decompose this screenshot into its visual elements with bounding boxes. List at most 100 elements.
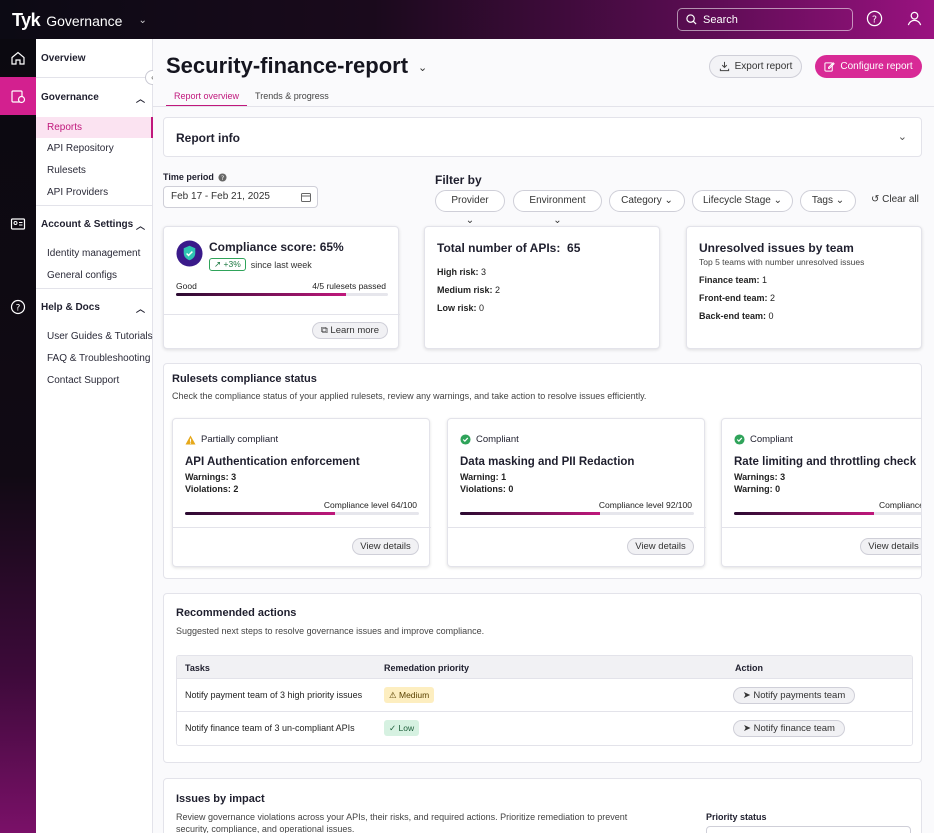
- check-circle-icon: [460, 434, 471, 445]
- title-text: Total number of APIs:: [437, 241, 561, 255]
- chevron-up-icon[interactable]: ︿: [136, 302, 145, 315]
- delta-value: +3%: [223, 259, 241, 269]
- filter-lifecycle-stage[interactable]: Lifecycle Stage ⌄: [692, 190, 793, 212]
- ruleset-violations: Violations: 0: [460, 484, 514, 494]
- status-text: Compliant: [476, 434, 519, 445]
- chevron-down-icon[interactable]: ⌄: [138, 15, 146, 26]
- chevron-up-icon[interactable]: ︿: [136, 219, 145, 232]
- sidebar-item-contact[interactable]: Contact Support: [36, 370, 153, 391]
- account-icon[interactable]: [0, 205, 36, 243]
- ruleset-name: API Authentication enforcement: [185, 456, 360, 468]
- filter-provider[interactable]: Provider ⌄: [435, 190, 505, 226]
- export-report-button[interactable]: Export report: [709, 55, 802, 78]
- ruleset-card: Compliant Rate limiting and throttling c…: [721, 418, 922, 567]
- chevron-up-icon[interactable]: ︿: [136, 92, 145, 105]
- clear-all-button[interactable]: ↺ Clear all: [871, 194, 919, 205]
- divider: [722, 527, 921, 528]
- sidebar-item-api-providers[interactable]: API Providers: [36, 182, 153, 203]
- chevron-down-icon[interactable]: ⌄: [898, 130, 907, 143]
- tyk-logo: Tyk: [12, 10, 41, 30]
- svg-text:?: ?: [16, 304, 21, 314]
- compliance-level-fill: [734, 512, 875, 515]
- sidebar-item-general-configs[interactable]: General configs: [36, 265, 153, 286]
- rulesets-title: Rulesets compliance status: [172, 373, 317, 385]
- sidebar-section-help[interactable]: Help & Docs ︿: [36, 302, 153, 315]
- issues-subtitle: Review governance violations across your…: [176, 812, 628, 833]
- search-input[interactable]: Search: [677, 8, 853, 31]
- compliance-level-bar: [185, 512, 419, 515]
- chevron-down-icon[interactable]: ⌄: [418, 61, 427, 74]
- filter-environment[interactable]: Environment ⌄: [513, 190, 602, 226]
- risk-row: High risk: 3: [437, 267, 487, 277]
- help-icon[interactable]: ?: [866, 10, 884, 28]
- calendar-icon[interactable]: [301, 192, 311, 202]
- divider: [36, 77, 153, 78]
- section-label: Governance: [41, 92, 99, 103]
- sidebar-section-account[interactable]: Account & Settings ︿: [36, 219, 153, 232]
- check-circle-icon: ✓: [389, 723, 397, 733]
- chip-label: Environment: [529, 195, 586, 206]
- ruleset-name: Data masking and PII Redaction: [460, 456, 635, 468]
- view-details-button[interactable]: View details: [860, 538, 921, 555]
- priority-badge: ⚠ Medium: [384, 687, 435, 703]
- compliance-level-label: Compliance: [879, 500, 922, 510]
- divider: [164, 314, 400, 315]
- sidebar-section-governance[interactable]: Governance ︿: [36, 92, 153, 105]
- sidebar-item-api-repository[interactable]: API Repository: [36, 138, 153, 159]
- main-content: Security-finance-report ⌄ Export report …: [153, 39, 934, 833]
- brand[interactable]: Tyk Governance ⌄: [12, 10, 147, 31]
- configure-label: Configure report: [840, 61, 913, 72]
- info-icon[interactable]: ?: [218, 172, 227, 182]
- top-bar: Tyk Governance ⌄ Search ?: [0, 0, 934, 39]
- unresolved-title: Unresolved issues by team: [699, 241, 854, 255]
- status-text: Partially compliant: [201, 434, 279, 445]
- compliance-delta: ↗ +3% since last week: [209, 258, 312, 271]
- sidebar-item-identity[interactable]: Identity management: [36, 243, 153, 264]
- sidebar-item-rulesets[interactable]: Rulesets: [36, 160, 153, 181]
- filter-category[interactable]: Category ⌄: [609, 190, 685, 212]
- learn-more-button[interactable]: ⧉ Learn more: [312, 322, 388, 339]
- tab-report-overview[interactable]: Report overview: [166, 89, 248, 107]
- filter-tags[interactable]: Tags ⌄: [800, 190, 856, 212]
- view-details-button[interactable]: View details: [352, 538, 419, 555]
- user-icon[interactable]: [906, 10, 924, 28]
- ruleset-status: Compliant: [734, 434, 793, 445]
- compliance-level-label: Compliance level 92/100: [598, 500, 692, 510]
- search-placeholder: Search: [703, 13, 738, 26]
- risk-row: Medium risk: 2: [437, 285, 501, 295]
- sidebar-item-overview[interactable]: Overview: [36, 53, 153, 64]
- help-docs-icon[interactable]: ?: [0, 288, 36, 326]
- rulesets-passed: 4/5 rulesets passed: [312, 281, 386, 291]
- compliance-score-card: Compliance score: 65% ↗ +3% since last w…: [163, 226, 400, 349]
- priority-status-select[interactable]: [706, 826, 911, 833]
- configure-report-button[interactable]: Configure report: [815, 55, 922, 78]
- sidebar-item-reports[interactable]: Reports: [36, 117, 153, 138]
- divider: [173, 527, 431, 528]
- ruleset-violations: Violations: 2: [185, 484, 239, 494]
- chip-label: Lifecycle Stage: [703, 195, 771, 206]
- home-icon[interactable]: [0, 39, 36, 77]
- download-icon: [719, 61, 729, 72]
- report-info-panel[interactable]: Report info ⌄: [163, 117, 922, 157]
- sidebar-item-guides[interactable]: User Guides & Tutorials: [36, 326, 153, 347]
- sidebar-item-faq[interactable]: FAQ & Troubleshooting: [36, 348, 153, 369]
- ruleset-status: Partially compliant: [185, 434, 278, 445]
- reports-icon[interactable]: [0, 77, 36, 115]
- compliance-level-bar: [460, 512, 694, 515]
- section-label: Help & Docs: [41, 302, 100, 313]
- tabs: Report overview Trends & progress: [166, 89, 337, 107]
- view-details-button[interactable]: View details: [627, 538, 694, 555]
- search-icon: [686, 14, 697, 25]
- reset-icon: ↺: [871, 194, 880, 205]
- compliance-level-label: Compliance level 64/100: [323, 500, 417, 510]
- tab-trends-progress[interactable]: Trends & progress: [247, 89, 337, 107]
- unresolved-issues-card: Unresolved issues by team Top 5 teams wi…: [686, 226, 922, 349]
- divider: [36, 205, 153, 206]
- notify-finance-button[interactable]: ➤ Notify finance team: [733, 720, 845, 737]
- date-range-input[interactable]: Feb 17 - Feb 21, 2025: [163, 186, 318, 208]
- learn-more-label: Learn more: [330, 325, 380, 336]
- notify-payments-button[interactable]: ➤ Notify payments team: [733, 687, 855, 704]
- report-info-title: Report info: [176, 131, 240, 145]
- total-apis-value: 65: [567, 241, 581, 255]
- chip-label: Tags: [811, 195, 833, 206]
